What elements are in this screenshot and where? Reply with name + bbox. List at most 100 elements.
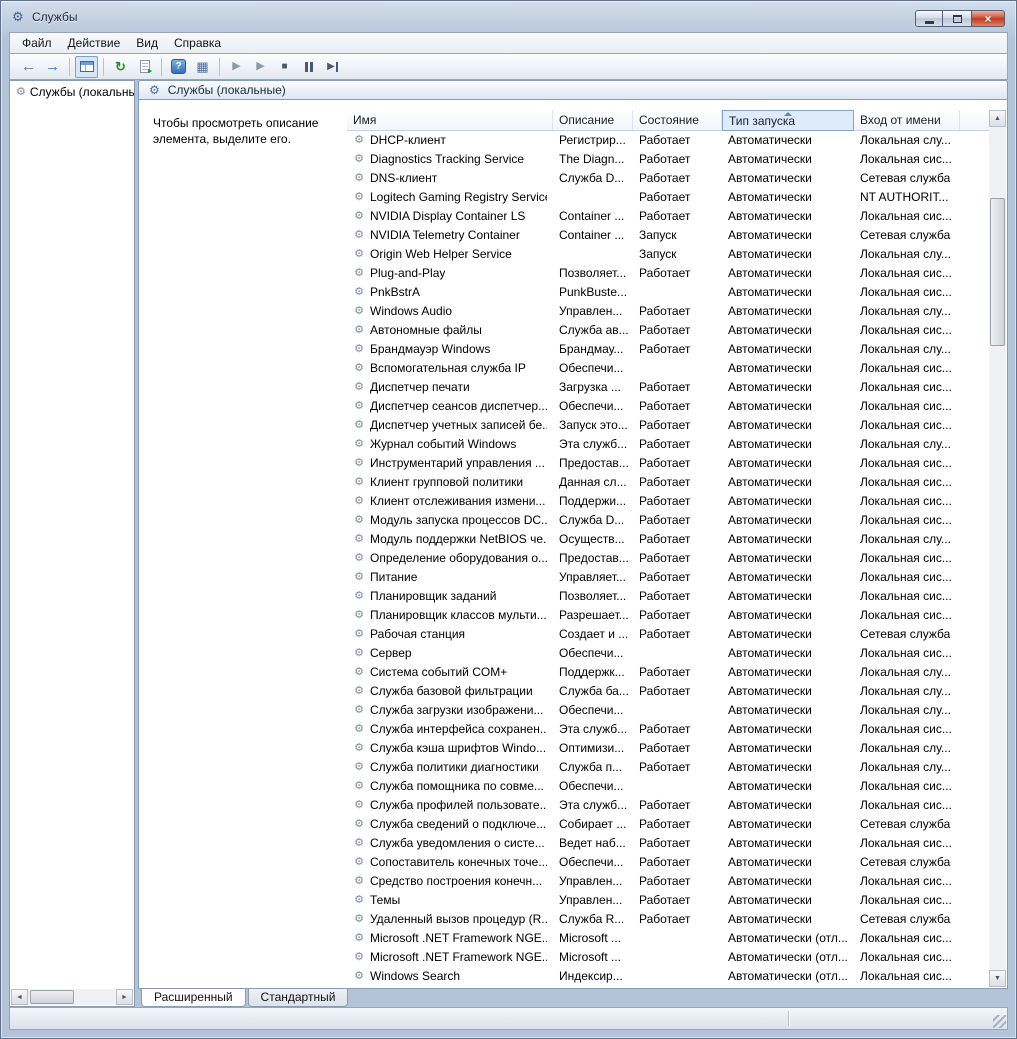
table-row[interactable]: ⚙ Инструментарий управления ... Предостав.… xyxy=(347,454,989,473)
table-row[interactable]: ⚙ Диспетчер печати Загрузка ... Работает Авт… xyxy=(347,378,989,397)
table-row[interactable]: ⚙ Сервер Обеспечи... Автоматически Локальная… xyxy=(347,644,989,663)
service-startup-cell: Автоматически xyxy=(728,589,812,603)
table-row[interactable]: ⚙ Microsoft .NET Framework NGE... Microsof… xyxy=(347,948,989,967)
column-header-description[interactable]: Описание xyxy=(553,110,633,131)
pause-service-button[interactable] xyxy=(297,56,320,78)
table-row[interactable]: ⚙ Microsoft .NET Framework NGE... Microsof… xyxy=(347,929,989,948)
table-row[interactable]: ⚙ Сопоставитель конечных точе... Обеспечи.… xyxy=(347,853,989,872)
table-row[interactable]: ⚙ Logitech Gaming Registry Service Работае… xyxy=(347,188,989,207)
table-row[interactable]: ⚙ PnkBstrA PunkBuste... Автоматически Локаль… xyxy=(347,283,989,302)
minimize-button[interactable] xyxy=(915,10,943,27)
scrollbar-thumb[interactable] xyxy=(30,990,74,1004)
titlebar[interactable]: ⚙ Службы × xyxy=(1,1,1016,32)
view-tabs: Расширенный Стандартный xyxy=(138,989,1008,1007)
show-console-tree-button[interactable] xyxy=(75,55,98,78)
restart-service-button[interactable]: ▶ xyxy=(321,56,344,78)
table-row[interactable]: ⚙ Планировщик классов мульти... Разрешает.… xyxy=(347,606,989,625)
table-row[interactable]: ⚙ Plug-and-Play Позволяет... Работает Автома… xyxy=(347,264,989,283)
services-window: ⚙ Службы × Файл Действие Вид Справка ← →… xyxy=(0,0,1017,1039)
table-row[interactable]: ⚙ Служба интерфейса сохранен... Эта служб.… xyxy=(347,720,989,739)
close-button[interactable]: × xyxy=(971,10,1005,27)
table-row[interactable]: ⚙ Служба базовой фильтрации Служба ба... Ра… xyxy=(347,682,989,701)
service-logon-cell: Локальная слу... xyxy=(860,741,951,755)
tab-extended[interactable]: Расширенный xyxy=(141,989,246,1007)
export-list-button[interactable] xyxy=(133,56,156,78)
table-row[interactable]: ⚙ Автономные файлы Служба ав... Работает Авт… xyxy=(347,321,989,340)
table-row[interactable]: ⚙ Средство построения конечн... Управлен..… xyxy=(347,872,989,891)
table-row[interactable]: ⚙ Служба кэша шрифтов Windo... Оптимизи...… xyxy=(347,739,989,758)
service-name-label: Средство построения конечн... xyxy=(370,874,543,888)
service-name-cell: ⚙ NVIDIA Display Container LS xyxy=(347,207,553,226)
scroll-left-button[interactable]: ◄ xyxy=(11,989,28,1005)
table-row[interactable]: ⚙ NVIDIA Display Container LS Container ..… xyxy=(347,207,989,226)
start-service-button[interactable]: ▶ xyxy=(225,56,248,78)
table-row[interactable]: ⚙ Система событий COM+ Поддержк... Работает… xyxy=(347,663,989,682)
table-row[interactable]: ⚙ Служба уведомления о систе... Ведет наб.… xyxy=(347,834,989,853)
menu-action[interactable]: Действие xyxy=(60,33,129,53)
tab-standard[interactable]: Стандартный xyxy=(247,989,349,1007)
table-row[interactable]: ⚙ Клиент отслеживания измени... Поддержи..… xyxy=(347,492,989,511)
table-row[interactable]: ⚙ Модуль запуска процессов DC... Служба D.… xyxy=(347,511,989,530)
menu-help[interactable]: Справка xyxy=(166,33,229,53)
table-row[interactable]: ⚙ Диспетчер сеансов диспетчер... Обеспечи.… xyxy=(347,397,989,416)
resize-grip[interactable] xyxy=(993,1015,1006,1028)
scrollbar-track[interactable] xyxy=(28,989,116,1005)
tree-horizontal-scrollbar[interactable]: ◄ ► xyxy=(11,989,133,1005)
table-row[interactable]: ⚙ Питание Управляет... Работает Автоматическ… xyxy=(347,568,989,587)
service-logon-cell: Локальная сис... xyxy=(860,361,952,375)
table-row[interactable]: ⚙ Рабочая станция Создает и ... Работает Авт… xyxy=(347,625,989,644)
table-row[interactable]: ⚙ Планировщик заданий Позволяет... Работает… xyxy=(347,587,989,606)
service-description-cell: Предостав... xyxy=(559,551,629,565)
table-row[interactable]: ⚙ Windows Audio Управлен... Работает Автомат… xyxy=(347,302,989,321)
table-row[interactable]: ⚙ Origin Web Helper Service Запуск Автомати… xyxy=(347,245,989,264)
table-row[interactable]: ⚙ Служба помощника по совме... Обеспечи...… xyxy=(347,777,989,796)
column-header-status[interactable]: Состояние xyxy=(633,110,722,131)
service-description-cell: Служба п... xyxy=(559,760,623,774)
scroll-right-button[interactable]: ► xyxy=(116,989,133,1005)
menu-view[interactable]: Вид xyxy=(128,33,166,53)
scroll-up-button[interactable]: ▲ xyxy=(989,110,1006,127)
service-logon-cell: Локальная сис... xyxy=(860,589,952,603)
column-header-name[interactable]: Имя xyxy=(347,110,553,131)
table-row[interactable]: ⚙ Определение оборудования о... Предостав.… xyxy=(347,549,989,568)
table-row[interactable]: ⚙ Брандмауэр Windows Брандмау... Работает Ав… xyxy=(347,340,989,359)
table-row[interactable]: ⚙ Служба сведений о подключе... Собирает .… xyxy=(347,815,989,834)
help-button[interactable]: ? xyxy=(167,56,190,78)
table-row[interactable]: ⚙ Удаленный вызов процедур (R... Служба R.… xyxy=(347,910,989,929)
tree-root-services[interactable]: ⚙ Службы (локальные) xyxy=(10,81,134,100)
service-name-cell: ⚙ Служба интерфейса сохранен... xyxy=(347,720,553,739)
table-row[interactable]: ⚙ NVIDIA Telemetry Container Container ...… xyxy=(347,226,989,245)
service-startup-cell: Автоматически xyxy=(728,874,812,888)
scrollbar-thumb[interactable] xyxy=(990,198,1005,346)
table-row[interactable]: ⚙ Вспомогательная служба IP Обеспечи... Авт… xyxy=(347,359,989,378)
table-row[interactable]: ⚙ Модуль поддержки NetBIOS че... Осуществ.… xyxy=(347,530,989,549)
table-row[interactable]: ⚙ Клиент групповой политики Данная сл... Ра… xyxy=(347,473,989,492)
table-row[interactable]: ⚙ Служба политики диагностики Служба п... Р… xyxy=(347,758,989,777)
table-row[interactable]: ⚙ Темы Управлен... Работает Автоматически Лок… xyxy=(347,891,989,910)
table-vertical-scrollbar[interactable]: ▲ ▼ xyxy=(989,110,1006,987)
forward-button[interactable]: → xyxy=(41,56,64,78)
service-gear-icon: ⚙ xyxy=(354,362,364,374)
table-row[interactable]: ⚙ Служба загрузки изображени... Обеспечи..… xyxy=(347,701,989,720)
table-row[interactable]: ⚙ Диспетчер учетных записей бе... Запуск э… xyxy=(347,416,989,435)
table-row[interactable]: ⚙ Служба профилей пользовате... Эта служб.… xyxy=(347,796,989,815)
view-menu-button[interactable]: ▦ xyxy=(191,56,214,78)
menu-file[interactable]: Файл xyxy=(14,33,60,53)
maximize-button[interactable] xyxy=(943,10,971,27)
service-gear-icon: ⚙ xyxy=(354,305,364,317)
resume-service-button[interactable]: ▶ xyxy=(249,56,272,78)
refresh-button[interactable]: ↻ xyxy=(109,56,132,78)
table-row[interactable]: ⚙ Журнал событий Windows Эта служб... Работ… xyxy=(347,435,989,454)
service-logon-cell: Локальная сис... xyxy=(860,399,952,413)
table-row[interactable]: ⚙ DNS-клиент Служба D... Работает Автоматиче… xyxy=(347,169,989,188)
table-header: Имя Описание Состояние Тип запуска Вход … xyxy=(347,110,989,131)
scroll-down-button[interactable]: ▼ xyxy=(989,970,1006,987)
stop-service-button[interactable]: ■ xyxy=(273,56,296,78)
service-startup-cell: Автоматически xyxy=(728,494,812,508)
column-header-startup-type[interactable]: Тип запуска xyxy=(722,110,854,131)
table-row[interactable]: ⚙ Diagnostics Tracking Service The Diagn..… xyxy=(347,150,989,169)
table-row[interactable]: ⚙ Windows Search Индексир... Автоматически … xyxy=(347,967,989,986)
column-header-logon[interactable]: Вход от имени xyxy=(854,110,960,131)
back-button[interactable]: ← xyxy=(17,56,40,78)
table-row[interactable]: ⚙ DHCP-клиент Регистрир... Работает Автомати… xyxy=(347,131,989,150)
